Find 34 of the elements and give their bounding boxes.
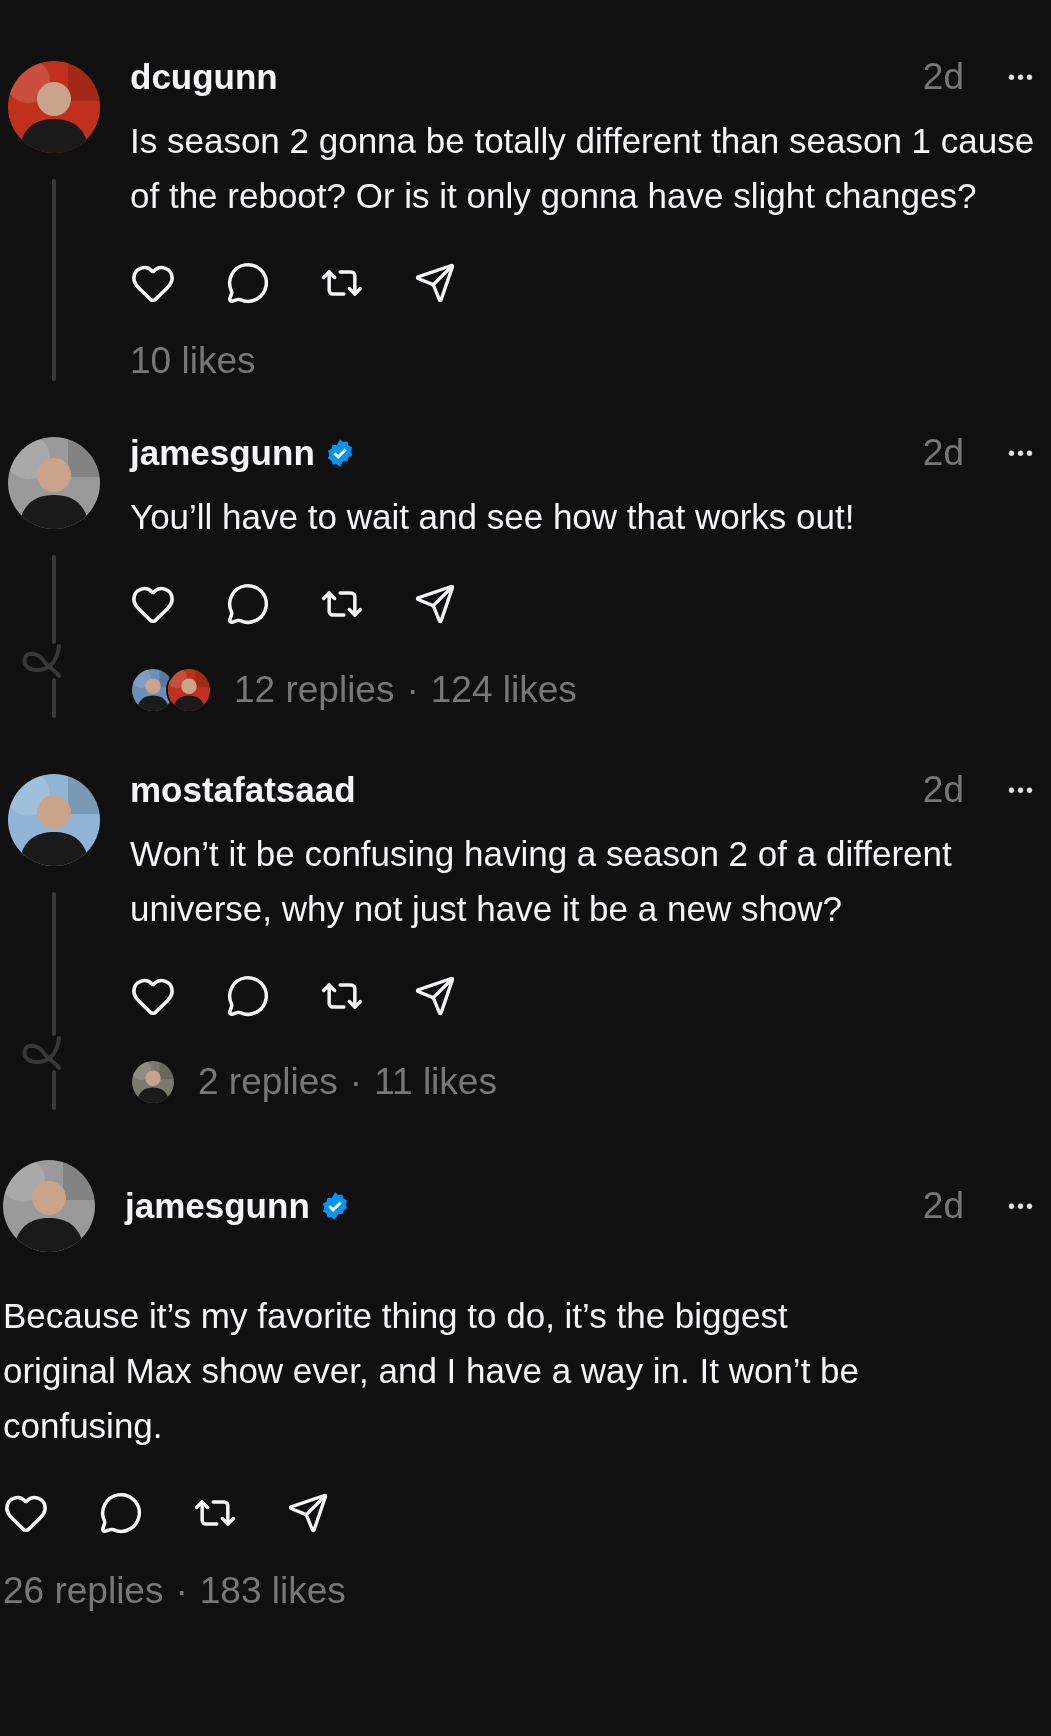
comment-icon[interactable] [226, 974, 270, 1018]
username[interactable]: jamesgunn [125, 1186, 310, 1226]
more-menu[interactable]: ••• [1008, 778, 1035, 802]
likes-count[interactable]: 10 likes [130, 340, 256, 382]
post-time: 2d [922, 432, 964, 474]
post-time: 2d [922, 1185, 964, 1227]
likes-count[interactable]: 183 likes [199, 1570, 346, 1612]
replies-count[interactable]: 2 replies [198, 1061, 338, 1103]
replies-count[interactable]: 12 replies [234, 669, 395, 711]
separator-dot: · [406, 669, 419, 711]
more-menu[interactable]: ••• [1008, 1194, 1035, 1218]
username[interactable]: dcugunn [130, 57, 278, 97]
username[interactable]: jamesgunn [130, 433, 315, 473]
separator-dot: · [349, 1061, 363, 1103]
share-icon[interactable] [414, 583, 456, 625]
likes-count[interactable]: 124 likes [430, 669, 577, 711]
replies-count[interactable]: 26 replies [3, 1570, 164, 1612]
comment-icon[interactable] [226, 261, 270, 305]
post-time: 2d [922, 56, 964, 98]
comment-icon[interactable] [226, 582, 270, 626]
more-menu[interactable]: ••• [1008, 65, 1035, 89]
likes-count[interactable]: 11 likes [374, 1061, 497, 1103]
share-icon[interactable] [414, 262, 456, 304]
post-text: You’ll have to wait and see how that works out! [130, 496, 856, 538]
post-text: Because it’s my favorite thing to do, it’s the biggest original Max show ever, and I have a way in. It won’t be confusing. [3, 1295, 860, 1447]
separator-dot: · [175, 1570, 188, 1612]
post-text: Won’t it be confusing having a season 2 of a different universe, why not just have it be a new show? [130, 833, 953, 930]
post-time: 2d [922, 769, 964, 811]
comment-icon[interactable] [99, 1491, 143, 1535]
more-menu[interactable]: ••• [1008, 441, 1035, 465]
share-icon[interactable] [287, 1492, 329, 1534]
username[interactable]: mostafatsaad [130, 770, 356, 810]
post-text: Is season 2 gonna be totally different than season 1 cause of the reboot? Or is it only gonna have slight changes? [130, 120, 1035, 217]
share-icon[interactable] [414, 975, 456, 1017]
